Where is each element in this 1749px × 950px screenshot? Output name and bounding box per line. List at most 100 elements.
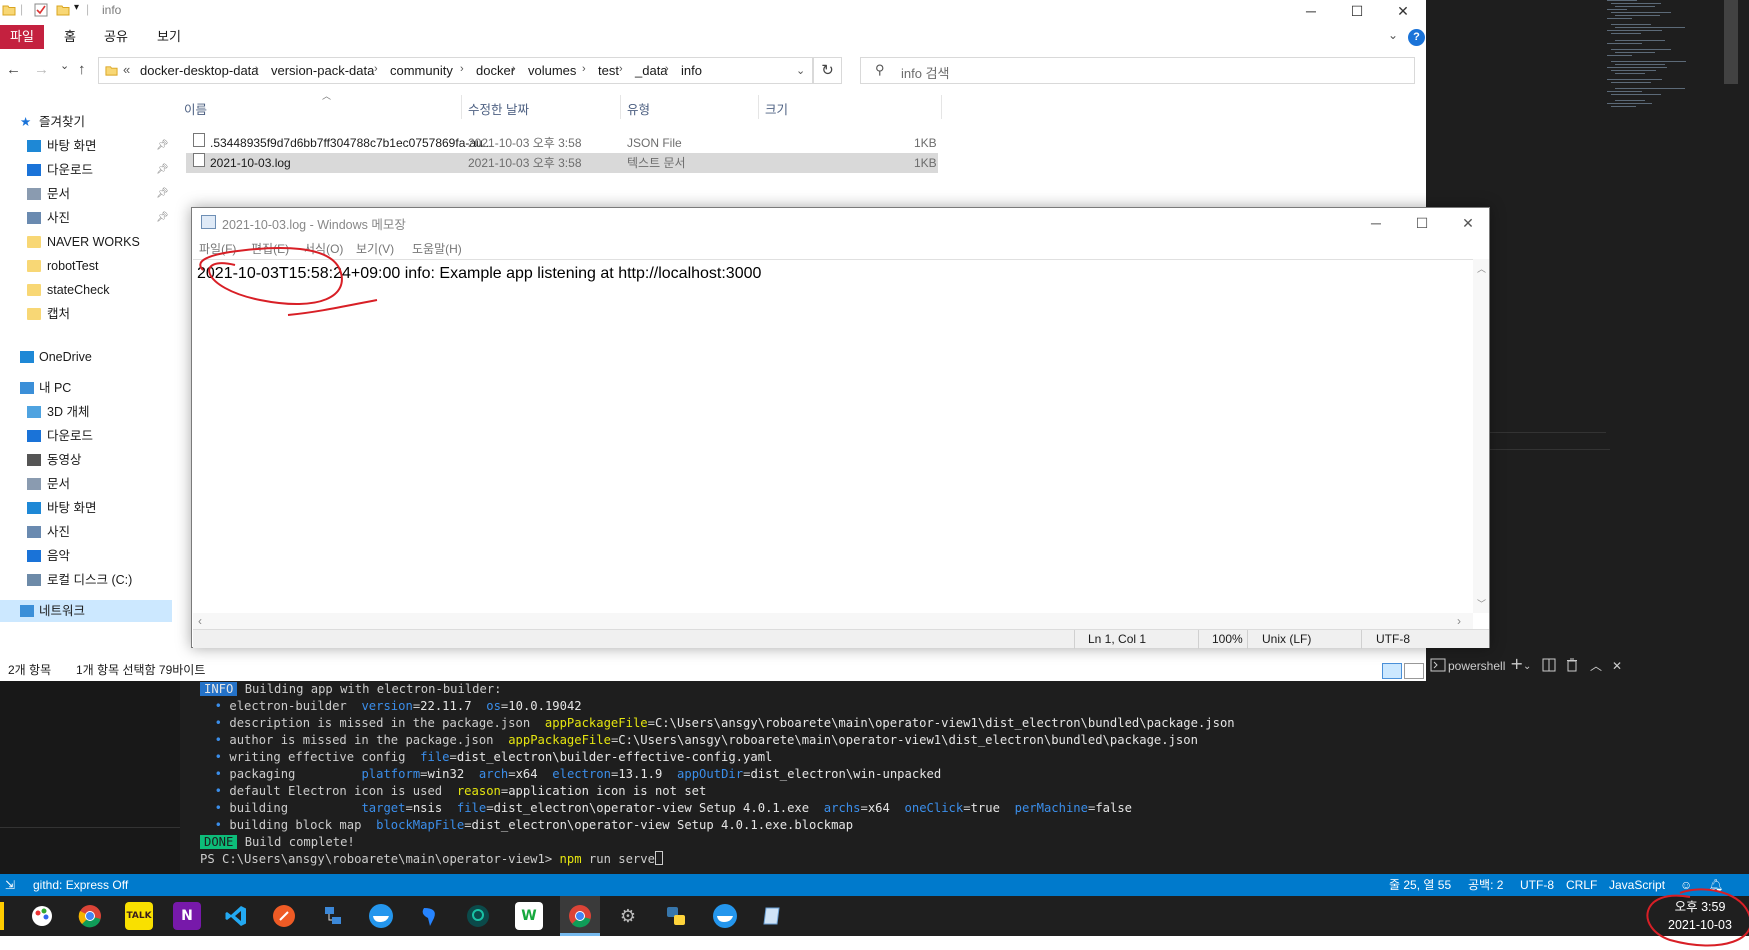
back-button[interactable]: ← <box>6 61 21 78</box>
sidebar-item-6[interactable]: robotTest <box>0 255 172 277</box>
sidebar-item-15[interactable]: 바탕 화면 <box>0 497 172 519</box>
breadcrumb-separator[interactable]: › <box>665 63 669 75</box>
taskbar-clock[interactable]: 오후 3:59 2021-10-03 <box>1655 898 1745 934</box>
refresh-button[interactable]: ↻ <box>813 57 842 84</box>
sidebar-item-19[interactable]: 네트워크 <box>0 600 172 622</box>
bell-icon[interactable]: 🔔︎ <box>1708 874 1723 896</box>
large-icons-view-button[interactable] <box>1404 663 1424 679</box>
sidebar-item-2[interactable]: 다운로드 📌︎ <box>0 159 172 181</box>
statusbar-encoding[interactable]: UTF-8 <box>1520 874 1554 896</box>
vscode-minimap[interactable] <box>1607 0 1717 140</box>
new-terminal-icon[interactable]: + <box>1510 655 1523 672</box>
sidebar-item-10[interactable]: 내 PC <box>0 377 172 399</box>
scroll-right-icon[interactable]: › <box>1457 614 1461 628</box>
sidebar-item-11[interactable]: 3D 개체 <box>0 401 172 423</box>
statusbar-position[interactable]: 줄 25, 열 55 <box>1389 874 1451 896</box>
sidebar-item-18[interactable]: 로컬 디스크 (C:) <box>0 569 172 591</box>
minimize-button[interactable]: ─ <box>1288 0 1334 22</box>
sidebar-item-14[interactable]: 문서 <box>0 473 172 495</box>
tab-file[interactable]: 파일 <box>0 25 44 49</box>
quick-access-dropdown-icon[interactable]: ▾ <box>74 2 79 13</box>
menu-format[interactable]: 서식(O) <box>304 240 343 257</box>
chevron-down-icon[interactable]: ⌄ <box>1523 658 1531 675</box>
address-bar[interactable]: « docker-desktop-data › version-pack-data ›… <box>98 57 813 84</box>
tab-view[interactable]: 보기 <box>147 25 191 49</box>
chevron-up-icon[interactable]: ︿ <box>1590 658 1602 675</box>
close-button[interactable]: ✕ <box>1445 208 1491 238</box>
naver-works-icon[interactable]: W <box>515 902 543 930</box>
sidebar-item-0[interactable]: ★ 즐겨찾기 <box>0 111 172 133</box>
menu-help[interactable]: 도움말(H) <box>412 240 462 257</box>
breadcrumb-1[interactable]: version-pack-data <box>271 63 374 78</box>
scroll-left-icon[interactable]: ‹ <box>198 614 202 628</box>
notepad-text-area[interactable]: 2021-10-03T15:58:24+09:00 info: Example … <box>193 259 1474 613</box>
recent-locations-button[interactable]: ⌄ <box>60 59 69 72</box>
statusbar-eol[interactable]: CRLF <box>1566 874 1597 896</box>
horizontal-scrollbar[interactable]: ‹ › <box>193 613 1473 629</box>
breadcrumb-2[interactable]: community <box>390 63 453 78</box>
trash-icon[interactable] <box>1566 658 1578 677</box>
postman-icon[interactable] <box>270 902 298 930</box>
details-view-button[interactable] <box>1382 663 1402 679</box>
tab-home[interactable]: 홈 <box>54 25 86 49</box>
statusbar-language[interactable]: JavaScript <box>1609 874 1665 896</box>
column-modified[interactable]: 수정한 날짜 <box>468 99 529 118</box>
scroll-down-icon[interactable]: ﹀ <box>1477 597 1486 610</box>
vscode-scrollbar[interactable] <box>1724 0 1738 84</box>
close-button[interactable]: ✕ <box>1380 0 1426 22</box>
maximize-button[interactable]: ☐ <box>1334 0 1380 22</box>
breadcrumb-separator[interactable]: › <box>582 63 586 75</box>
breadcrumb-separator[interactable]: › <box>255 63 259 75</box>
breadcrumb-separator[interactable]: › <box>619 63 623 75</box>
breadcrumb-separator[interactable]: › <box>512 63 516 75</box>
menu-edit[interactable]: 편집(E) <box>251 240 289 257</box>
breadcrumb-7[interactable]: info <box>681 63 702 78</box>
sidebar-item-12[interactable]: 다운로드 <box>0 425 172 447</box>
expand-ribbon-icon[interactable]: ⌄ <box>1388 28 1398 42</box>
gitkraken-icon[interactable] <box>464 902 492 930</box>
terminal-shell-name[interactable]: powershell <box>1448 658 1505 675</box>
column-size[interactable]: 크기 <box>765 99 788 118</box>
new-folder-icon[interactable] <box>56 3 70 17</box>
menu-file[interactable]: 파일(F) <box>199 240 236 257</box>
breadcrumb-separator[interactable]: › <box>460 63 464 75</box>
split-terminal-icon[interactable] <box>1542 658 1556 677</box>
notepad-icon[interactable] <box>759 902 787 930</box>
properties-icon[interactable] <box>34 3 48 17</box>
remote-icon[interactable]: ⇲ <box>5 874 15 896</box>
breadcrumb-6[interactable]: _data <box>635 63 668 78</box>
chrome-dev-icon[interactable] <box>566 902 594 930</box>
sourcetree-icon[interactable] <box>416 902 444 930</box>
sidebar-item-3[interactable]: 문서 📌︎ <box>0 183 172 205</box>
kakaotalk-icon[interactable]: TALK <box>125 902 153 930</box>
taskbar-left-edge-icon[interactable] <box>0 902 4 930</box>
close-icon[interactable]: ✕ <box>1612 658 1622 675</box>
docker-icon[interactable] <box>367 902 395 930</box>
maximize-button[interactable]: ☐ <box>1399 208 1445 238</box>
scroll-up-icon[interactable]: ︿ <box>1477 262 1486 275</box>
sidebar-item-17[interactable]: 음악 <box>0 545 172 567</box>
menu-view[interactable]: 보기(V) <box>356 240 394 257</box>
breadcrumb-0[interactable]: docker-desktop-data <box>140 63 259 78</box>
feedback-icon[interactable]: ☺ <box>1680 874 1692 896</box>
help-icon[interactable]: ? <box>1408 29 1425 46</box>
docker-desktop-icon[interactable] <box>711 902 739 930</box>
search-box[interactable]: ⚲ info 검색 <box>860 57 1415 84</box>
pin-icon[interactable]: 📌︎ <box>156 159 169 181</box>
pin-icon[interactable]: 📌︎ <box>156 207 169 229</box>
settings-icon[interactable]: ⚙ <box>614 902 642 930</box>
sidebar-item-5[interactable]: NAVER WORKS <box>0 231 172 253</box>
minimize-button[interactable]: ─ <box>1353 208 1399 238</box>
sidebar-item-16[interactable]: 사진 <box>0 521 172 543</box>
vscode-icon[interactable] <box>222 902 250 930</box>
up-button[interactable]: ↑ <box>78 61 86 78</box>
forward-button[interactable]: → <box>34 61 49 78</box>
breadcrumb-separator[interactable]: › <box>374 63 378 75</box>
column-name[interactable]: 이름 <box>184 99 207 118</box>
address-dropdown-icon[interactable]: ⌄ <box>796 64 805 77</box>
chrome-icon[interactable] <box>76 902 104 930</box>
pin-icon[interactable]: 📌︎ <box>156 183 169 205</box>
paint-icon[interactable] <box>28 902 56 930</box>
statusbar-spaces[interactable]: 공백: 2 <box>1468 874 1503 896</box>
column-type[interactable]: 유형 <box>627 99 650 118</box>
